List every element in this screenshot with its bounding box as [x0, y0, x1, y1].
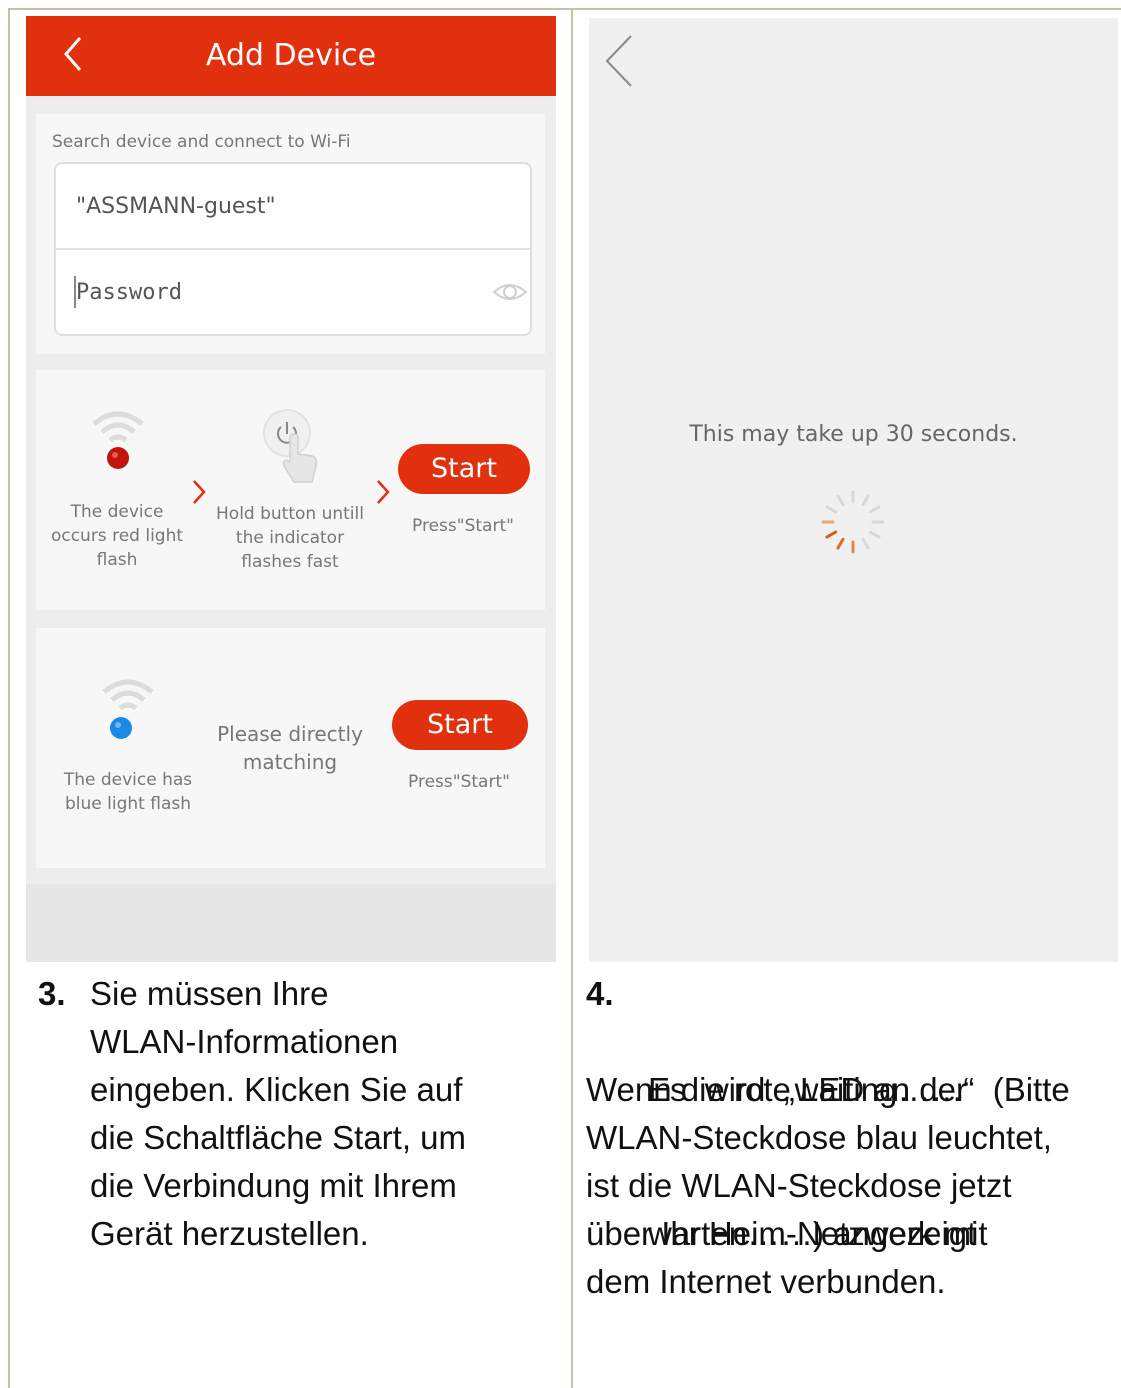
app-header: Add Device	[26, 16, 556, 96]
start-button-red-mode[interactable]: Start	[398, 444, 530, 494]
start-button-blue-mode[interactable]: Start	[392, 700, 528, 750]
frame-left-line	[8, 8, 10, 1388]
page-title: Add Device	[205, 38, 377, 73]
step-number: 4.	[586, 975, 614, 1012]
caption-line: Wenn die rote LED an der	[586, 1071, 967, 1108]
caption-line: ist die WLAN-Steckdose jetzt	[586, 1167, 1012, 1204]
wifi-hint: Search device and connect to Wi-Fi	[52, 132, 351, 152]
add-device-screen: Add Device Search device and connect to …	[26, 16, 556, 962]
frame-top-line	[8, 8, 1121, 10]
chevron-right-icon	[377, 480, 390, 504]
wifi-fields: "ASSMANN-guest" Password	[54, 162, 532, 336]
caption-line: Sie müssen Ihre	[90, 975, 329, 1012]
caption-line: WLAN-Steckdose blau leuchtet,	[586, 1119, 1052, 1156]
press-start-hint: Press"Start"	[408, 772, 510, 792]
caption-line: die Schaltfläche Start, um	[90, 1119, 467, 1156]
step-number: 3.	[38, 975, 66, 1012]
back-chevron-icon[interactable]	[603, 32, 635, 90]
caption-line: über Ihr Heim-Netzwerk mit	[586, 1215, 988, 1252]
field-divider	[56, 248, 530, 250]
blue-led-icon	[110, 717, 132, 739]
caption-line: dem Internet verbunden.	[586, 1263, 946, 1300]
wait-message: This may take up 30 seconds.	[689, 422, 1018, 447]
caption-line: eingeben. Klicken Sie auf	[90, 1071, 463, 1108]
waiting-screen: This may take up 30 seconds.	[589, 18, 1118, 962]
loading-spinner-icon	[821, 490, 885, 554]
press-start-hint: Press"Start"	[412, 516, 514, 536]
wifi-icon	[92, 411, 144, 443]
red-step1-text: The device occurs red light flash	[50, 502, 184, 570]
password-field[interactable]: Password	[76, 280, 182, 305]
blue-step1-text: The device has blue light flash	[63, 770, 193, 814]
caption-line: WLAN-Informationen	[90, 1023, 399, 1060]
ssid-field[interactable]: "ASSMANN-guest"	[76, 194, 276, 219]
red-step2-text: Hold button untill the indicator flashes…	[216, 504, 364, 572]
blue-step2-text: Please directly matching	[217, 722, 363, 774]
hand-pointer-icon	[282, 433, 318, 483]
frame-middle-line	[571, 8, 573, 1388]
bottom-area	[26, 884, 556, 962]
caption-line: Gerät herzustellen.	[90, 1215, 369, 1252]
red-light-mode-card: The device occurs red light flash Hold b…	[36, 370, 545, 610]
blue-light-mode-card: The device has blue light flash Please d…	[36, 628, 545, 868]
caption-line: die Verbindung mit Ihrem	[90, 1167, 457, 1204]
wifi-icon	[102, 679, 154, 711]
wifi-form: Search device and connect to Wi-Fi "ASSM…	[36, 114, 545, 354]
red-led-icon	[107, 447, 129, 469]
chevron-right-icon	[193, 480, 206, 504]
eye-icon[interactable]	[490, 278, 530, 306]
